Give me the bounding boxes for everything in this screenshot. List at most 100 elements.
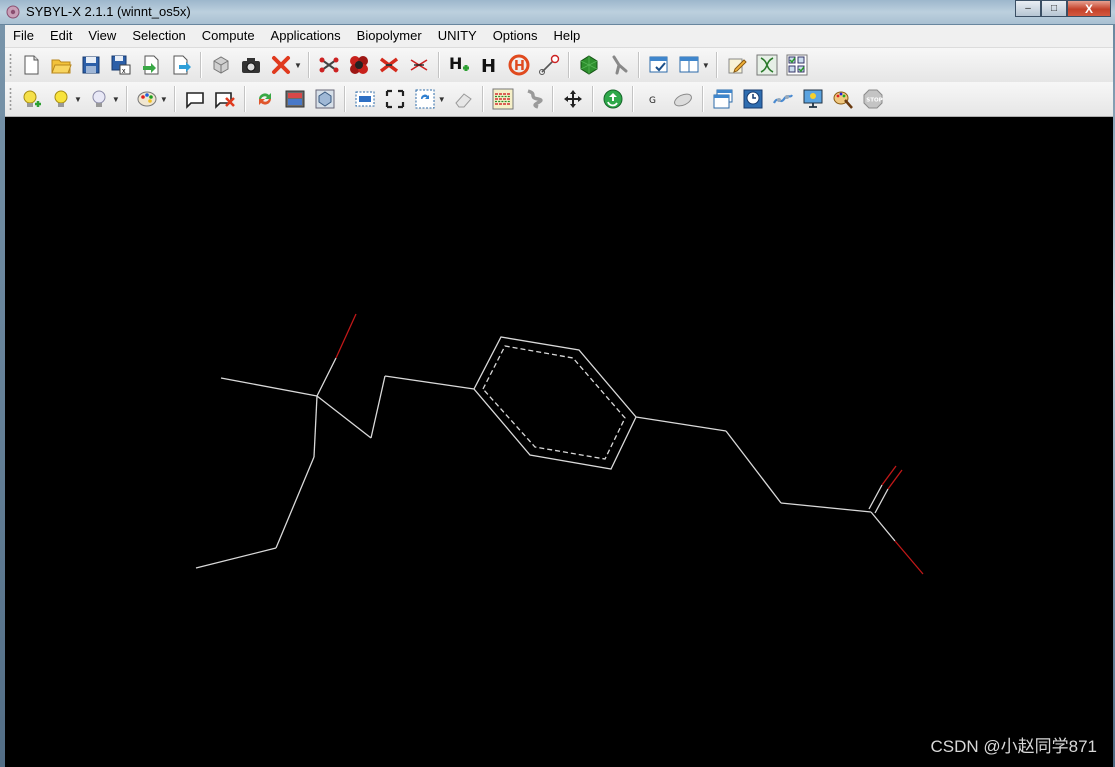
bond: [195, 547, 277, 569]
spacefill-button[interactable]: [346, 52, 372, 78]
save-as-button[interactable]: x: [108, 52, 134, 78]
toolbar-grip[interactable]: [9, 87, 12, 111]
bond: [370, 375, 386, 439]
select-box-button[interactable]: [352, 86, 378, 112]
paint-button[interactable]: [830, 86, 856, 112]
save-button[interactable]: [78, 52, 104, 78]
g-icon: G: [649, 96, 656, 106]
cut-bond-button[interactable]: [406, 52, 432, 78]
menu-selection[interactable]: Selection: [124, 25, 193, 47]
mouse-button[interactable]: [670, 86, 696, 112]
rotate-button[interactable]: [312, 86, 338, 112]
light-add-button[interactable]: [18, 86, 44, 112]
menu-compute[interactable]: Compute: [194, 25, 263, 47]
save-as-icon: x: [111, 55, 131, 75]
bond: [384, 375, 475, 390]
minimize-button[interactable]: –: [1015, 0, 1041, 17]
menu-options[interactable]: Options: [485, 25, 546, 47]
bond: [275, 456, 315, 549]
edit-note-button[interactable]: [724, 52, 750, 78]
zoom-button[interactable]: [412, 86, 438, 112]
menu-biopolymer[interactable]: Biopolymer: [349, 25, 430, 47]
hydrogen-button[interactable]: H: [476, 52, 502, 78]
bond: [316, 395, 372, 439]
close-button[interactable]: X: [1067, 0, 1111, 17]
menu-edit[interactable]: Edit: [42, 25, 80, 47]
bond-atoms-button[interactable]: [316, 52, 342, 78]
chevron-down-icon[interactable]: ▼: [702, 61, 710, 70]
fit-button[interactable]: [382, 86, 408, 112]
toolbar-separator: [243, 86, 246, 112]
no-hydrogen-icon: H: [508, 54, 530, 76]
molecule-box-button[interactable]: [208, 52, 234, 78]
paint-icon: [833, 91, 853, 109]
move-button[interactable]: [560, 86, 586, 112]
delete-button[interactable]: [268, 52, 294, 78]
stop-button[interactable]: STOP: [860, 86, 886, 112]
save-icon: [82, 56, 100, 74]
title-bar[interactable]: SYBYL-X 2.1.1 (winnt_os5x) – □ X: [0, 0, 1115, 24]
monitor-button[interactable]: [800, 86, 826, 112]
eraser-icon: [455, 93, 472, 108]
g-button[interactable]: G: [640, 86, 666, 112]
menu-help[interactable]: Help: [546, 25, 589, 47]
toolbar-separator: [591, 86, 594, 112]
eraser-button[interactable]: [450, 86, 476, 112]
menu-file[interactable]: File: [5, 25, 42, 47]
new-file-button[interactable]: [18, 52, 44, 78]
protein-icon: [527, 89, 543, 109]
bond: [780, 502, 872, 513]
export-button[interactable]: [168, 52, 194, 78]
move-icon: [563, 90, 582, 108]
link-button[interactable]: [770, 86, 796, 112]
add-hydrogens-button[interactable]: H: [446, 52, 472, 78]
label-delete-button[interactable]: [212, 86, 238, 112]
open-button[interactable]: [48, 52, 74, 78]
camera-icon: [242, 58, 260, 73]
window-layout-button[interactable]: [676, 52, 702, 78]
label-button[interactable]: [182, 86, 208, 112]
chevron-down-icon[interactable]: ▼: [294, 61, 302, 70]
svg-text:G: G: [649, 96, 656, 106]
toolbar-grip[interactable]: [9, 53, 12, 77]
light-dim-button[interactable]: [86, 86, 112, 112]
new-file-icon: [24, 55, 39, 75]
dna-button[interactable]: [754, 52, 780, 78]
color-button[interactable]: [134, 86, 160, 112]
molecule-viewport[interactable]: CSDN @小赵同学871: [5, 117, 1113, 767]
window-check-button[interactable]: [646, 52, 672, 78]
import-button[interactable]: [138, 52, 164, 78]
display-button[interactable]: [282, 86, 308, 112]
refresh-button[interactable]: [252, 86, 278, 112]
tool-button[interactable]: [606, 52, 632, 78]
menu-unity[interactable]: UNITY: [430, 25, 485, 47]
chevron-down-icon[interactable]: ▼: [74, 95, 82, 104]
chevron-down-icon[interactable]: ▼: [160, 95, 168, 104]
aromatic-inner-ring: [482, 345, 626, 460]
measure-button[interactable]: [536, 52, 562, 78]
menu-applications[interactable]: Applications: [263, 25, 349, 47]
dna-icon: [756, 54, 778, 76]
window-check-icon: [649, 56, 668, 73]
chevron-down-icon[interactable]: ▼: [112, 95, 120, 104]
svg-text:x: x: [122, 68, 126, 75]
toolbar-separator: [637, 52, 640, 78]
recycle-button[interactable]: [600, 86, 626, 112]
maximize-button[interactable]: □: [1041, 0, 1067, 17]
windows-button[interactable]: [710, 86, 736, 112]
break-bond-button[interactable]: [376, 52, 402, 78]
checklist-button[interactable]: [784, 52, 810, 78]
light-button[interactable]: [48, 86, 74, 112]
toolbar-separator: [715, 52, 718, 78]
chevron-down-icon[interactable]: ▼: [438, 95, 446, 104]
menu-view[interactable]: View: [80, 25, 124, 47]
toolbar-separator: [701, 86, 704, 112]
remove-hydrogens-button[interactable]: H: [506, 52, 532, 78]
clock-button[interactable]: [740, 86, 766, 112]
snapshot-button[interactable]: [238, 52, 264, 78]
measure-icon: [538, 54, 560, 75]
bond: [868, 484, 883, 510]
sequence-button[interactable]: [490, 86, 516, 112]
surface-button[interactable]: [576, 52, 602, 78]
protein-button[interactable]: [520, 86, 546, 112]
